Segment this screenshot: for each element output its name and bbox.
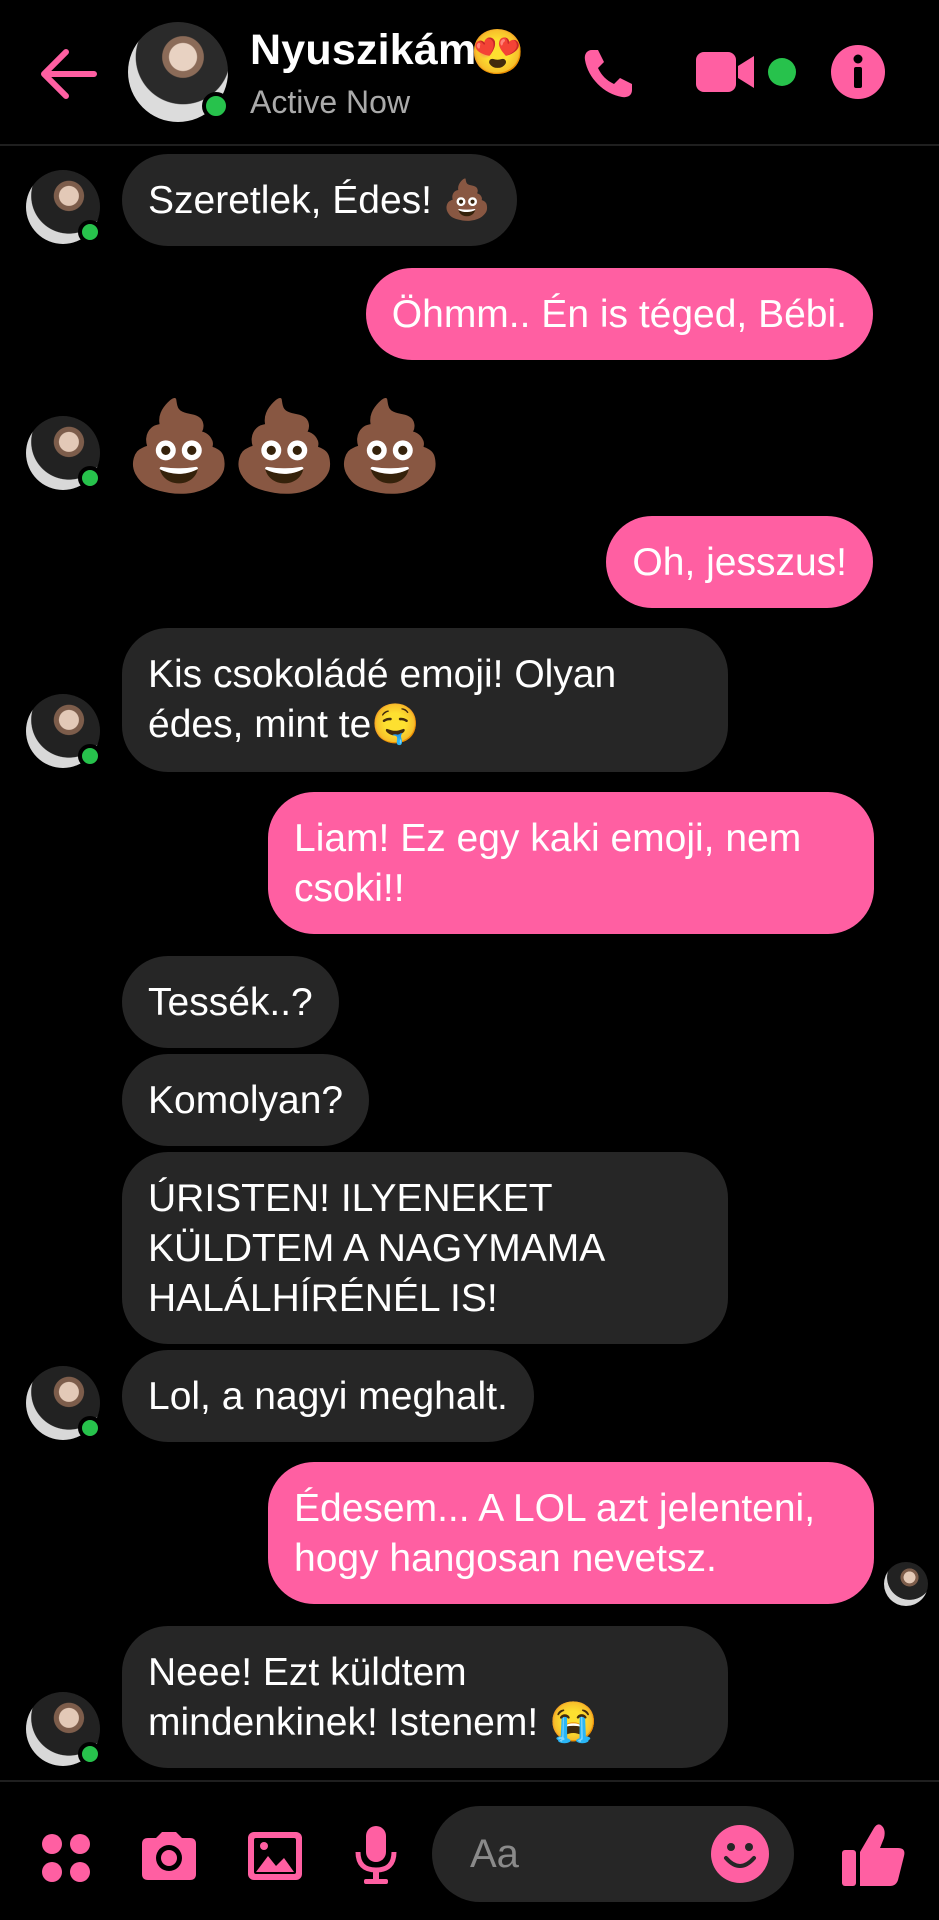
online-indicator <box>78 466 102 490</box>
message-bubble[interactable]: Öhmm.. Én is téged, Bébi. <box>365 268 873 360</box>
chat-header: Nyuszikám 😍 Active Now <box>0 0 939 146</box>
thumbs-up-icon[interactable] <box>840 1822 906 1888</box>
image-icon[interactable] <box>246 1830 304 1882</box>
contact-avatar[interactable] <box>128 22 230 122</box>
online-indicator <box>78 1742 102 1766</box>
composer-bar: Aa <box>0 1780 939 1920</box>
menu-dots-icon[interactable] <box>40 1832 92 1884</box>
online-indicator <box>78 220 102 244</box>
message-bubble[interactable]: Szeretlek, Édes! 💩 <box>122 154 518 246</box>
message-bubble[interactable]: Oh, jesszus! <box>606 516 873 608</box>
message-bubble[interactable]: Neee! Ezt küldtem mindenkinek! Istenem! … <box>122 1626 728 1768</box>
message-bubble[interactable]: Édesem... A LOL azt jelenteni, hogy hang… <box>268 1462 874 1604</box>
sender-avatar[interactable] <box>26 170 102 244</box>
message-bubble[interactable]: Tessék..? <box>122 956 339 1048</box>
sender-avatar[interactable] <box>26 694 102 768</box>
message-bubble[interactable]: Lol, a nagyi meghalt. <box>122 1350 534 1442</box>
camera-icon[interactable] <box>138 1830 200 1882</box>
message-input[interactable]: Aa <box>432 1806 794 1902</box>
message-bubble[interactable]: Kis csokoládé emoji! Olyan édes, mint te… <box>122 628 728 772</box>
back-arrow-icon[interactable] <box>38 44 98 104</box>
sender-avatar[interactable] <box>26 1366 102 1440</box>
online-indicator <box>78 1416 102 1440</box>
message-bubble[interactable]: ÚRISTEN! ILYENEKET KÜLDTEM A NAGYMAMA HA… <box>122 1152 728 1344</box>
online-indicator <box>78 744 102 768</box>
online-indicator <box>202 92 230 120</box>
sender-avatar[interactable] <box>26 416 102 490</box>
contact-name[interactable]: Nyuszikám <box>250 26 476 75</box>
info-icon[interactable] <box>830 44 886 100</box>
smiley-icon[interactable] <box>710 1824 770 1884</box>
message-bubble[interactable]: Komolyan? <box>122 1054 370 1146</box>
message-input-placeholder: Aa <box>470 1832 519 1876</box>
sender-avatar[interactable] <box>26 1692 102 1766</box>
seen-receipt-avatar <box>884 1562 928 1606</box>
name-emoji: 😍 <box>470 28 525 77</box>
active-status: Active Now <box>250 84 411 120</box>
emoji-message[interactable]: 💩💩💩 <box>124 396 445 496</box>
phone-icon[interactable] <box>578 44 638 104</box>
message-bubble[interactable]: Liam! Ez egy kaki emoji, nem csoki!! <box>268 792 874 934</box>
microphone-icon[interactable] <box>354 1824 398 1886</box>
video-active-dot <box>768 58 796 86</box>
video-camera-icon[interactable] <box>696 50 756 94</box>
